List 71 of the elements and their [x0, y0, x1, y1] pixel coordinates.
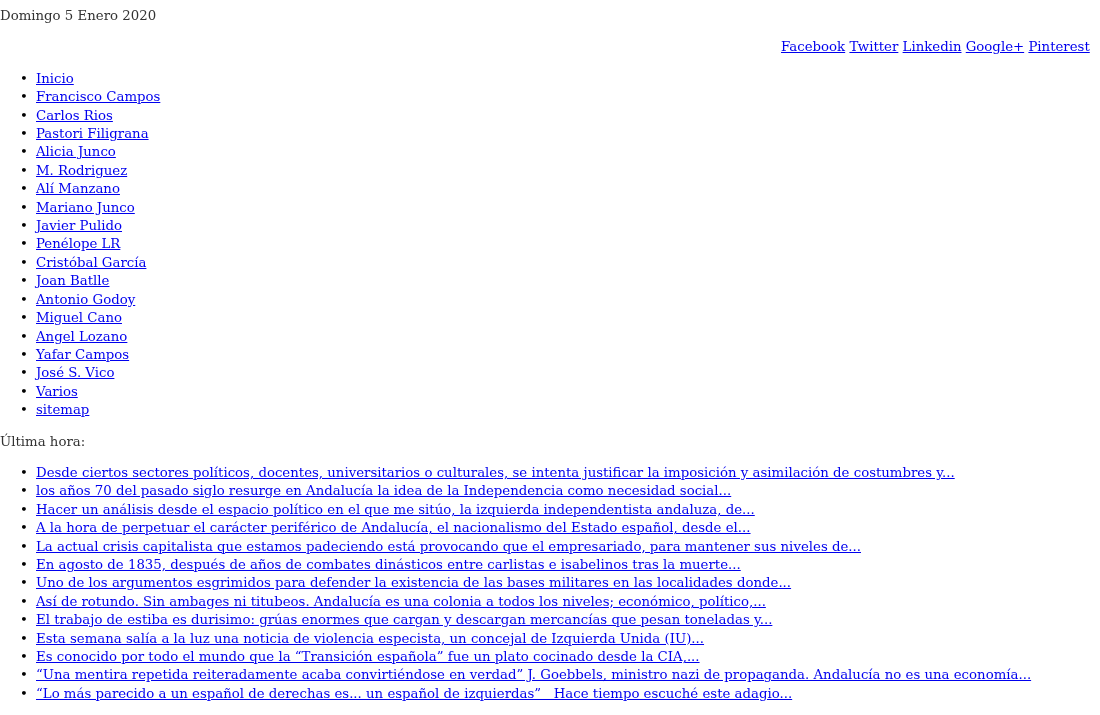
nav-link[interactable]: Penélope LR [36, 235, 121, 254]
news-link[interactable]: “Lo más parecido a un español de derechas es... un español de izquierdas” Hace tiempo escuché este adagio... [36, 684, 793, 704]
bullet-marker: • [20, 537, 29, 556]
social-link[interactable]: Pinterest [1028, 39, 1090, 55]
bullet-marker: • [20, 69, 29, 88]
nav-link[interactable]: sitemap [36, 401, 90, 420]
news-link[interactable]: A la hora de perpetuar el carácter periférico de Andalucía, el nacionalismo del Estado español, desde el... [36, 519, 751, 538]
social-link[interactable]: Facebook [781, 39, 846, 55]
news-link[interactable]: Así de rotundo. Sin ambages ni titubeos. Andalucía es una colonia a todos los niveles; económico, político,... [36, 592, 766, 612]
news-link[interactable]: “Una mentira repetida reiteradamente acaba convirtiéndose en verdad” J. Goebbels, ministro nazi de propaganda. Andalucía no es una economía... [36, 666, 1032, 685]
bullet-marker: • [20, 401, 29, 420]
nav-link[interactable]: Mariano Junco [36, 198, 135, 218]
nav-link[interactable]: Pastori Filigrana [36, 125, 149, 144]
nav-link[interactable]: Alicia Junco [36, 143, 116, 162]
nav-link[interactable]: Javier Pulido [36, 217, 122, 236]
breaking-news-heading: Última hora: [0, 432, 87, 451]
nav-link[interactable]: Antonio Godoy [36, 290, 136, 310]
nav-link[interactable]: Alí Manzano [36, 180, 120, 199]
news-link[interactable]: El trabajo de estiba es durisimo: grúas enormes que cargan y descargan mercancías que pesan toneladas y... [36, 611, 773, 630]
bullet-marker: • [20, 345, 29, 364]
news-link[interactable]: Desde ciertos sectores políticos, docentes, universitarios o culturales, se intenta justificar la imposición y asimilación de costumbres y... [36, 463, 955, 483]
bullet-marker: • [20, 180, 29, 199]
bullet-marker: • [20, 217, 29, 236]
bullet-marker: • [20, 235, 29, 254]
bullet-marker: • [20, 253, 29, 272]
nav-link[interactable]: Yafar Campos [36, 345, 130, 365]
social-link[interactable]: Linkedin [902, 39, 962, 55]
bullet-marker: • [20, 106, 29, 125]
bullet-marker: • [20, 555, 29, 574]
nav-link[interactable]: M. Rodriguez [36, 161, 128, 181]
bullet-marker: • [20, 463, 29, 482]
bullet-marker: • [20, 143, 29, 162]
social-link[interactable]: Google+ [965, 39, 1025, 55]
bullet-marker: • [20, 648, 29, 666]
date-text: Domingo 5 Enero 2020 [0, 7, 158, 25]
bullet-marker: • [20, 482, 29, 501]
nav-link[interactable]: Francisco Campos [36, 88, 161, 107]
news-link[interactable]: Uno de los argumentos esgrimidos para defender la existencia de las bases militares en las localidades donde... [36, 574, 792, 593]
nav-link[interactable]: Carlos Rios [36, 106, 113, 126]
bullet-marker: • [20, 592, 29, 611]
social-link[interactable]: Twitter [849, 39, 899, 55]
bullet-marker: • [20, 684, 29, 703]
bullet-marker: • [20, 272, 29, 291]
news-link[interactable]: los años 70 del pasado siglo resurge en Andalucía la idea de la Independencia como necesidad social... [36, 482, 732, 501]
bullet-marker: • [20, 198, 29, 217]
news-link[interactable]: Hacer un análisis desde el espacio político en el que me sitúo, la izquierda independentista andaluza, de... [36, 500, 755, 520]
news-link[interactable]: La actual crisis capitalista que estamos padeciendo está provocando que el empresariado, para mantener sus niveles de... [36, 537, 861, 556]
bullet-marker: • [20, 666, 29, 685]
news-link[interactable]: Es conocido por todo el mundo que la “Transición española” fue un plato cocinado desde la CIA,... [36, 648, 700, 667]
bullet-marker: • [20, 88, 29, 107]
bullet-marker: • [20, 364, 29, 383]
news-link[interactable]: En agosto de 1835, después de años de combates dinásticos entre carlistas e isabelinos tras la muerte... [36, 555, 741, 575]
nav-link[interactable]: José S. Vico [36, 364, 115, 383]
nav-link[interactable]: Inicio [36, 69, 74, 89]
bullet-marker: • [20, 574, 29, 593]
bullet-marker: • [20, 327, 29, 346]
nav-link[interactable]: Miguel Cano [36, 309, 122, 328]
bullet-marker: • [20, 382, 29, 401]
bullet-marker: • [20, 629, 29, 648]
nav-link[interactable]: Cristóbal García [36, 253, 147, 273]
bullet-marker: • [20, 125, 29, 144]
bullet-marker: • [20, 309, 29, 328]
nav-link[interactable]: Joan Batlle [36, 272, 110, 291]
bullet-marker: • [20, 161, 29, 180]
bullet-marker: • [20, 500, 29, 519]
bullet-marker: • [20, 611, 29, 630]
news-link[interactable]: Esta semana salía a la luz una noticia de violencia especista, un concejal de Izquierda Unida (IU)... [36, 629, 705, 648]
bullet-marker: • [20, 290, 29, 309]
nav-link[interactable]: Varios [36, 382, 78, 402]
bullet-marker: • [20, 519, 29, 538]
nav-link[interactable]: Angel Lozano [36, 327, 128, 346]
